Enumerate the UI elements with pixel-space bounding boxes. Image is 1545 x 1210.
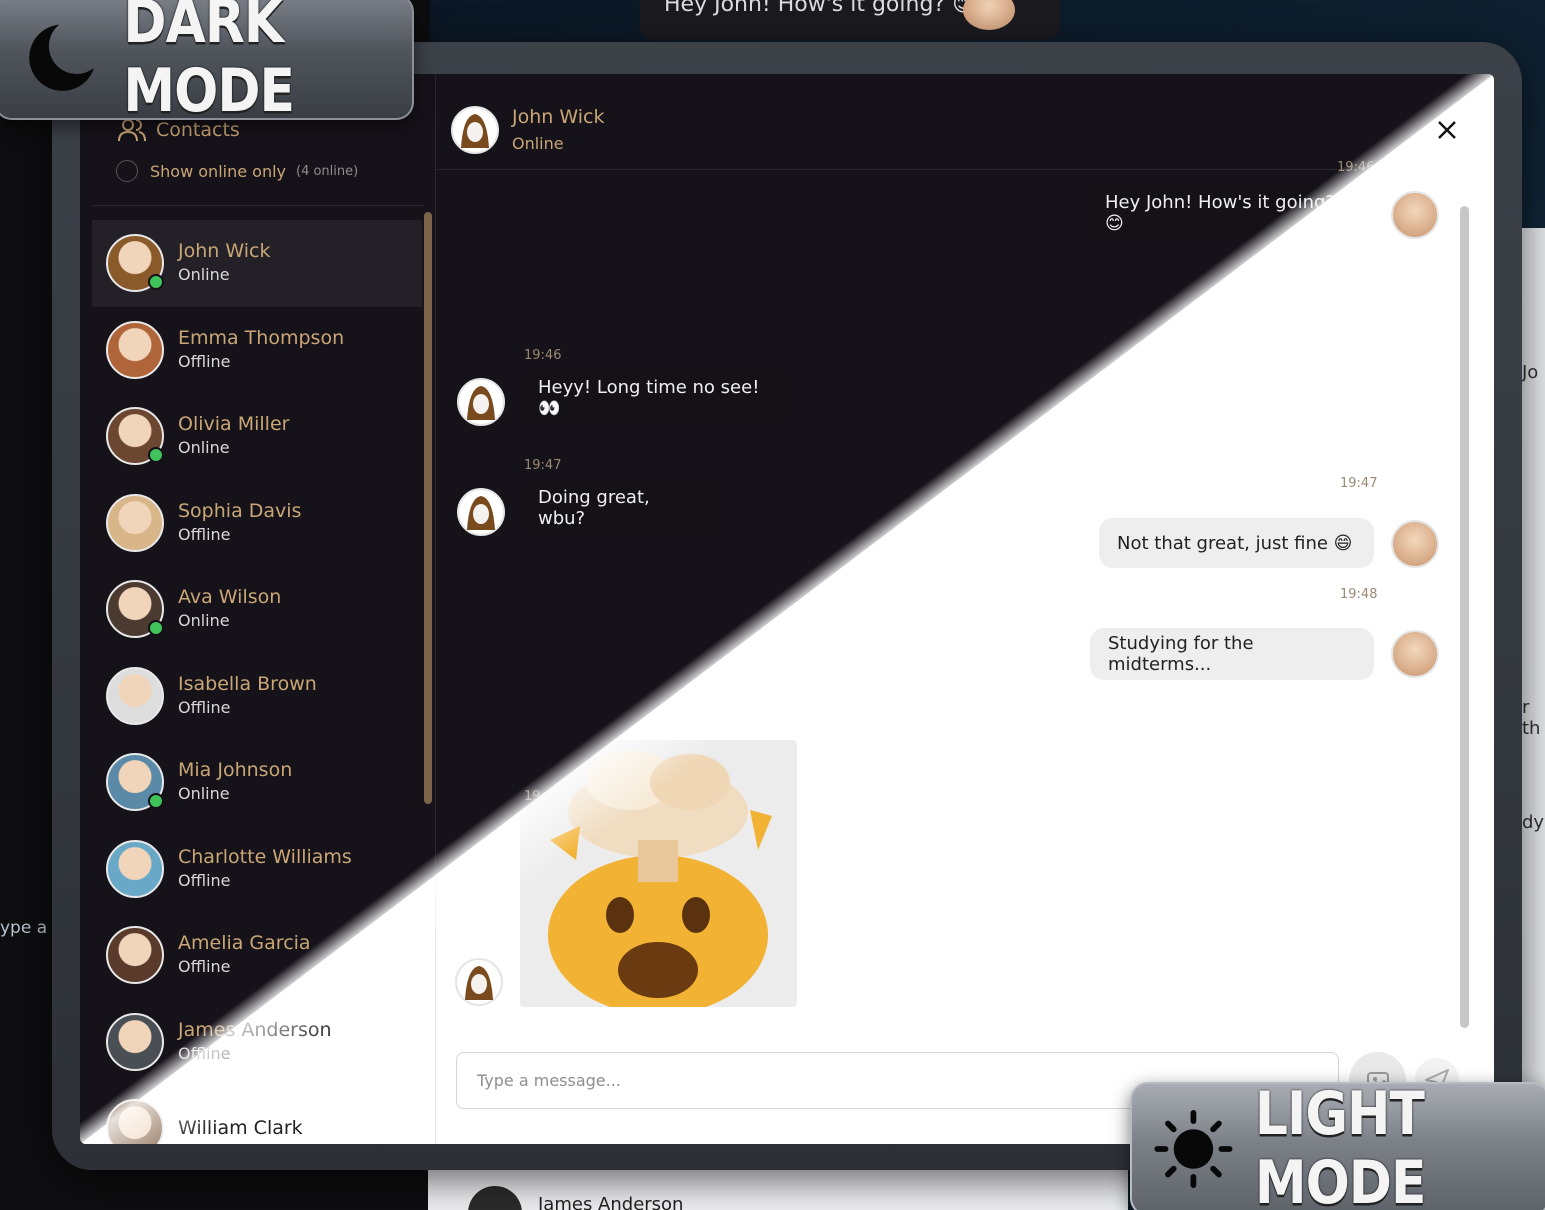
contact-avatar [106, 926, 164, 985]
online-status-dot [148, 274, 164, 291]
background-text: r th [1522, 697, 1541, 739]
light-mode-label: LIGHT MODE [1254, 1080, 1427, 1210]
message-bubble-incoming: Heyy! Long time no see! 👀 [520, 372, 790, 424]
background-contact-name: James Anderson [538, 1194, 684, 1210]
dark-mode-label: DARK MODE [123, 0, 295, 126]
contact-text: Isabella BrownOffline [178, 672, 317, 720]
message-bubble-incoming: Doing great, wbu? [520, 482, 715, 534]
contact-item[interactable]: Sophia DavisOffline [92, 480, 422, 567]
online-only-toggle[interactable]: Show online only (4 online) [116, 160, 358, 182]
close-button[interactable] [1437, 120, 1457, 140]
message-bubble-outgoing: Studying for the midterms... [1090, 628, 1374, 680]
contact-name: Ava Wilson [178, 586, 282, 609]
chat-contact-status: Online [512, 134, 564, 153]
message-bubble-outgoing: Not that great, just fine 😄 [1099, 518, 1374, 568]
contact-avatar [106, 234, 164, 293]
contact-text: Charlotte WilliamsOffline [178, 845, 352, 893]
contact-avatar [106, 493, 164, 552]
contact-avatar [457, 488, 505, 536]
background-text: dyi [1522, 812, 1545, 833]
contact-avatar [106, 1012, 164, 1071]
sticker-message: 🤯 [520, 740, 797, 1007]
contact-status: Offline [178, 870, 231, 890]
contact-name: Olivia Miller [178, 413, 290, 436]
contact-name: William Clark [178, 1117, 303, 1140]
contact-name: Sophia Davis [178, 499, 302, 522]
contact-status: Online [178, 784, 230, 804]
background-input-hint: ype a [0, 918, 48, 938]
contact-item[interactable]: Mia JohnsonOnline [92, 739, 422, 826]
contact-status: Online [178, 611, 230, 631]
contact-text: Amelia GarciaOffline [178, 931, 311, 979]
sun-icon [1154, 1109, 1233, 1189]
contact-text: Sophia DavisOffline [178, 499, 301, 547]
online-status-dot [148, 620, 164, 637]
contact-name: Mia Johnson [178, 759, 293, 782]
contact-name: John Wick [178, 240, 271, 263]
contact-item[interactable]: Ava WilsonOnline [92, 566, 422, 653]
chat-contact-name: John Wick [512, 106, 605, 128]
contact-status: Offline [178, 697, 231, 717]
online-status-dot [148, 793, 164, 810]
contact-status: Online [178, 265, 230, 285]
chat-contact-avatar [451, 106, 499, 154]
moon-icon [29, 24, 95, 91]
contact-status: Offline [178, 524, 231, 544]
contact-text: Mia JohnsonOnline [178, 758, 292, 806]
contact-text: Emma ThompsonOffline [178, 326, 344, 374]
contact-avatar [106, 407, 164, 466]
contact-avatar [106, 320, 164, 379]
chat-app-window: John WickOnlineEmma ThompsonOfflineOlivi… [80, 74, 1494, 1144]
contact-text: John WickOnline [178, 239, 270, 287]
contact-name: Emma Thompson [178, 326, 345, 349]
contact-item[interactable]: Isabella BrownOffline [92, 653, 422, 740]
contact-item[interactable]: John WickOnline [92, 220, 422, 307]
online-status-dot [148, 447, 164, 464]
contact-avatar [457, 378, 505, 426]
contact-status: Offline [178, 957, 231, 977]
my-avatar [1391, 191, 1439, 239]
contact-avatar [106, 666, 164, 725]
contact-avatar [455, 958, 503, 1006]
contact-item[interactable]: Olivia MillerOnline [92, 393, 422, 480]
contact-text: Ava WilsonOnline [178, 585, 281, 633]
message-time: 19:47 [524, 458, 562, 473]
contact-text: William Clark [178, 1116, 303, 1140]
contact-avatar [106, 580, 164, 639]
contact-name: Isabella Brown [178, 672, 317, 695]
contact-text: Olivia MillerOnline [178, 412, 289, 460]
contact-status: Offline [178, 351, 231, 371]
close-icon [1438, 121, 1456, 139]
message-time: 19:47 [1340, 476, 1378, 491]
contact-avatar [106, 839, 164, 898]
light-mode-badge: LIGHT MODE [1130, 1080, 1545, 1210]
chat-header: John Wick Online [437, 74, 1474, 170]
my-avatar [1391, 520, 1439, 568]
contact-status: Online [178, 438, 230, 458]
contact-item[interactable]: Emma ThompsonOffline [92, 307, 422, 394]
online-only-checkbox[interactable] [116, 160, 138, 182]
chat-scrollbar[interactable] [1460, 206, 1469, 1028]
sidebar-scrollbar[interactable] [424, 212, 432, 804]
contact-name: Amelia Garcia [178, 932, 311, 955]
background-bottom-strip [428, 1168, 1128, 1210]
my-avatar [1391, 630, 1439, 678]
online-only-label: Show online only [150, 161, 286, 181]
dark-mode-badge: DARK MODE [0, 0, 414, 126]
message-time: 19:46 [524, 348, 562, 363]
contact-name: Charlotte Williams [178, 845, 352, 868]
background-text: Jo [1522, 362, 1539, 383]
message-time: 19:48 [1340, 587, 1378, 602]
contact-avatar [106, 753, 164, 812]
online-count: (4 online) [296, 163, 359, 179]
contact-item[interactable]: Charlotte WilliamsOffline [92, 826, 422, 913]
